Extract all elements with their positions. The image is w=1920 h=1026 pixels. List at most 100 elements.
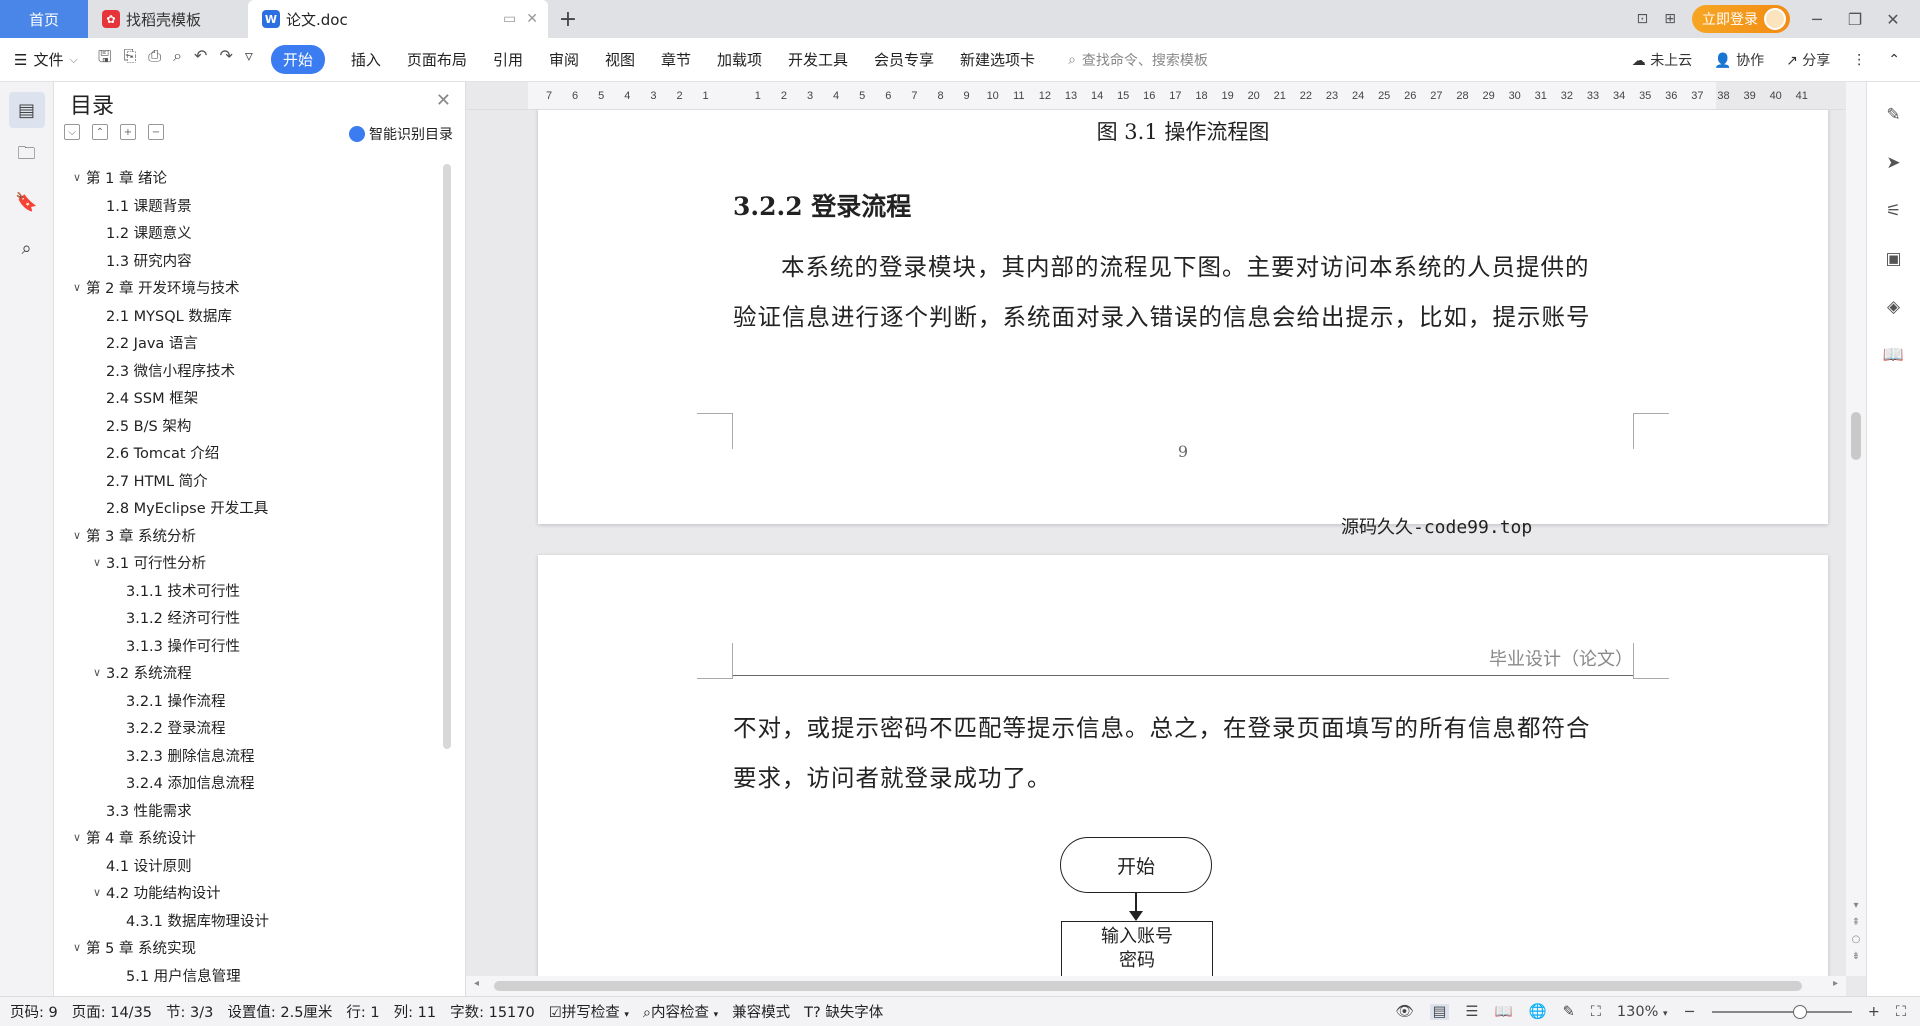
expand-all-icon[interactable]: ⌵ xyxy=(64,124,80,140)
collapse-ribbon-icon[interactable]: ⌃ xyxy=(1888,52,1900,68)
spell-check-button[interactable]: ☑拼写检查 ▾ xyxy=(549,1001,629,1022)
pen-icon[interactable]: ✎ xyxy=(1879,100,1909,130)
minimize-icon[interactable]: ─ xyxy=(1806,10,1828,29)
image-tools-icon[interactable]: ▣ xyxy=(1879,244,1909,274)
more-icon[interactable]: ⋮ xyxy=(1852,52,1866,68)
zoom-slider-knob[interactable] xyxy=(1792,1004,1807,1019)
chevron-down-icon[interactable]: ∨ xyxy=(68,171,86,184)
ribbon-tab-member[interactable]: 会员专享 xyxy=(874,49,934,70)
toc-panel-icon[interactable]: ▤ xyxy=(8,92,45,128)
toc-item[interactable]: 3.1.2 经济可行性 xyxy=(68,604,438,632)
collab-button[interactable]: 👤 协作 xyxy=(1714,50,1764,70)
bookmark-icon[interactable]: 🔖 xyxy=(9,184,45,220)
scroll-right-icon[interactable]: ▸ xyxy=(1833,978,1838,989)
ribbon-tab-view[interactable]: 视图 xyxy=(605,49,635,70)
toc-item[interactable]: ∨ 4.2 功能结构设计 xyxy=(68,879,438,907)
toc-item[interactable]: 2.5 B/S 架构 xyxy=(68,412,438,440)
horizontal-scrollbar[interactable]: ◂ ▸ xyxy=(466,976,1846,996)
toc-item[interactable]: 2.4 SSM 框架 xyxy=(68,384,438,412)
login-button[interactable]: 立即登录 xyxy=(1692,5,1790,33)
share-button[interactable]: ↗ 分享 xyxy=(1786,50,1830,70)
toc-item[interactable]: 5.1 用户信息管理 xyxy=(68,962,438,990)
toc-item[interactable]: 3.2.4 添加信息流程 xyxy=(68,769,438,797)
toc-item[interactable]: 2.7 HTML 简介 xyxy=(68,467,438,495)
toc-item[interactable]: ∨ 第 2 章 开发环境与技术 xyxy=(68,274,438,302)
toc-item[interactable]: 3.3 性能需求 xyxy=(68,797,438,825)
redo-icon[interactable]: ↷ xyxy=(219,46,232,73)
ribbon-tab-page-layout[interactable]: 页面布局 xyxy=(407,49,467,70)
page-view-icon[interactable]: ▤ xyxy=(1429,1003,1450,1020)
restore-icon[interactable]: ❐ xyxy=(1844,10,1866,29)
chapter-nav-icon[interactable]: 🗀 xyxy=(9,138,45,174)
missing-font-button[interactable]: T? 缺失字体 xyxy=(804,1001,883,1022)
status-setting[interactable]: 设置值: 2.5厘米 xyxy=(227,1001,332,1022)
tab-home[interactable]: 首页 xyxy=(0,0,88,38)
zoom-slider[interactable] xyxy=(1711,1004,1852,1019)
toc-item[interactable]: 2.6 Tomcat 介绍 xyxy=(68,439,438,467)
zoom-in-icon[interactable]: + xyxy=(1868,1004,1880,1020)
print-preview-icon[interactable]: ⌕ xyxy=(173,46,182,73)
chevron-down-icon[interactable]: ∨ xyxy=(88,556,106,569)
ribbon-tab-developer[interactable]: 开发工具 xyxy=(788,49,848,70)
eye-protection-icon[interactable]: 👁 xyxy=(1395,1003,1413,1020)
adjust-icon[interactable]: ⚟ xyxy=(1879,196,1909,226)
ribbon-tab-review[interactable]: 审阅 xyxy=(549,49,579,70)
toc-item[interactable]: ∨ 3.2 系统流程 xyxy=(68,659,438,687)
ribbon-tab-new[interactable]: 新建选项卡 xyxy=(960,49,1035,70)
vertical-scroll-thumb[interactable] xyxy=(1851,412,1861,460)
chevron-down-icon[interactable]: ∨ xyxy=(68,529,86,542)
ribbon-tab-addins[interactable]: 加载项 xyxy=(717,49,762,70)
toc-scrollbar[interactable] xyxy=(443,164,451,749)
close-icon[interactable]: ✕ xyxy=(436,90,451,111)
status-word-count[interactable]: 字数: 15170 xyxy=(450,1001,535,1022)
chevron-down-icon[interactable]: ∨ xyxy=(68,831,86,844)
web-view-icon[interactable]: 🌐 xyxy=(1529,1003,1547,1020)
chevron-down-icon[interactable]: ∨ xyxy=(68,281,86,294)
chevron-down-icon[interactable]: ∨ xyxy=(68,941,86,954)
print-icon[interactable]: ⎙ xyxy=(148,46,161,73)
toc-item[interactable]: 3.2.2 登录流程 xyxy=(68,714,438,742)
remove-heading-icon[interactable]: − xyxy=(148,124,164,140)
layout-icon[interactable]: ⊡ xyxy=(1637,11,1649,27)
customize-toolbar-icon[interactable]: ▿ xyxy=(245,46,253,73)
browse-object-icon[interactable]: ○ xyxy=(1852,934,1861,945)
prev-page-icon[interactable]: ⇞ xyxy=(1852,917,1860,928)
next-page-icon[interactable]: ⇟ xyxy=(1852,951,1860,962)
undo-icon[interactable]: ↶ xyxy=(194,46,207,73)
toc-item[interactable]: 3.1.3 操作可行性 xyxy=(68,632,438,660)
toc-item[interactable]: 3.2.3 删除信息流程 xyxy=(68,742,438,770)
ribbon-tab-insert[interactable]: 插入 xyxy=(351,49,381,70)
toc-item[interactable]: ∨ 3.1 可行性分析 xyxy=(68,549,438,577)
toc-item[interactable]: 4.3.1 数据库物理设计 xyxy=(68,907,438,935)
tab-document[interactable]: W 论文.doc ▭ ✕ xyxy=(248,0,548,38)
new-tab-button[interactable]: + xyxy=(548,0,588,38)
toc-item[interactable]: 1.3 研究内容 xyxy=(68,247,438,275)
chevron-down-icon[interactable]: ∨ xyxy=(88,666,106,679)
write-mode-icon[interactable]: ✎ xyxy=(1563,1004,1575,1020)
grid-icon[interactable]: ⊞ xyxy=(1664,11,1676,27)
document-canvas[interactable]: 图 3.1 操作流程图 3.2.2 登录流程 本系统的登录模块，其内部的流程见下… xyxy=(466,110,1846,976)
float-window-icon[interactable]: ▭ xyxy=(503,11,516,27)
cloud-status-button[interactable]: ☁ 未上云 xyxy=(1632,50,1692,70)
horizontal-ruler[interactable]: 7 6 5 4 3 2 1 1 2 3 4 5 6 7 8 9 10 11 12 13 14 15 16 17 18 19 20 21… xyxy=(466,82,1846,110)
vertical-scrollbar[interactable]: ▾ ⇞ ○ ⇟ xyxy=(1846,82,1866,976)
toc-item[interactable]: ∨ 第 5 章 系统实现 xyxy=(68,934,438,962)
horizontal-scroll-thumb[interactable] xyxy=(494,981,1802,991)
close-tab-icon[interactable]: ✕ xyxy=(526,11,538,27)
file-menu-button[interactable]: ☰ 文件 ⌵ xyxy=(14,49,78,70)
ribbon-tab-section[interactable]: 章节 xyxy=(661,49,691,70)
status-page[interactable]: 页面: 14/35 xyxy=(72,1001,152,1022)
zoom-out-icon[interactable]: − xyxy=(1684,1004,1696,1020)
scroll-down-icon[interactable]: ▾ xyxy=(1853,900,1858,911)
toc-item[interactable]: 4.1 设计原则 xyxy=(68,852,438,880)
find-icon[interactable]: ⌕ xyxy=(9,230,45,266)
ribbon-tab-start[interactable]: 开始 xyxy=(270,45,325,74)
content-check-button[interactable]: ⌕内容检查 ▾ xyxy=(643,1001,718,1022)
collapse-all-icon[interactable]: ⌃ xyxy=(92,124,108,140)
ai-assistant-icon[interactable]: ◈ xyxy=(1879,292,1909,322)
toc-item[interactable]: ∨ 第 4 章 系统设计 xyxy=(68,824,438,852)
toc-item[interactable]: 2.3 微信小程序技术 xyxy=(68,357,438,385)
toc-item[interactable]: ∨ 第 3 章 系统分析 xyxy=(68,522,438,550)
zoom-level[interactable]: 130% ▾ xyxy=(1617,1004,1668,1020)
toc-item[interactable]: 2.2 Java 语言 xyxy=(68,329,438,357)
